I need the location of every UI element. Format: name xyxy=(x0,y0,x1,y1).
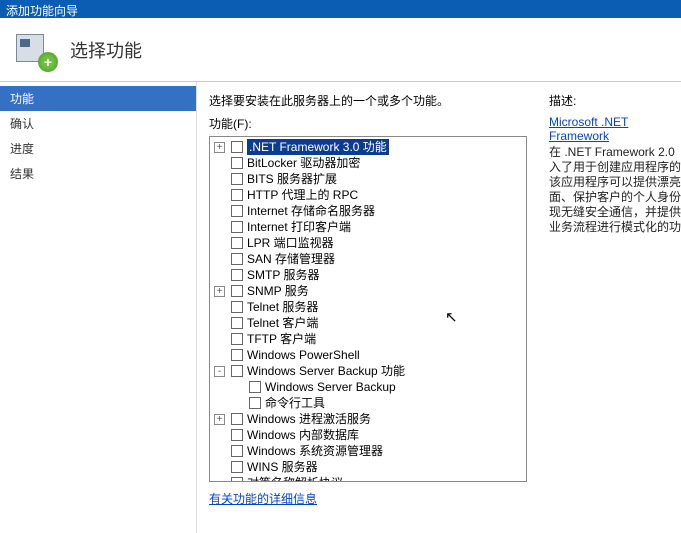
feature-label[interactable]: Telnet 客户端 xyxy=(247,315,318,331)
tree-node[interactable]: + Windows 进程激活服务 xyxy=(210,411,526,427)
feature-label[interactable]: SNMP 服务 xyxy=(247,283,309,299)
feature-checkbox[interactable] xyxy=(231,333,243,345)
tree-node[interactable]: Windows PowerShell xyxy=(210,347,526,363)
feature-checkbox[interactable] xyxy=(231,317,243,329)
feature-checkbox[interactable] xyxy=(231,477,243,482)
tree-node[interactable]: Internet 打印客户端 xyxy=(210,219,526,235)
feature-label[interactable]: 对等名称解析协议 xyxy=(247,475,343,482)
feature-checkbox[interactable] xyxy=(231,269,243,281)
tree-node[interactable]: 对等名称解析协议 xyxy=(210,475,526,482)
feature-checkbox[interactable] xyxy=(231,253,243,265)
description-link[interactable]: Microsoft .NET Framework xyxy=(549,115,681,143)
wizard-icon: + xyxy=(16,30,56,70)
tree-node[interactable]: - Windows Server Backup 功能 xyxy=(210,363,526,379)
tree-node[interactable]: Telnet 服务器 xyxy=(210,299,526,315)
description-panel: 描述: Microsoft .NET Framework 在 .NET Fram… xyxy=(549,92,681,523)
feature-checkbox[interactable] xyxy=(231,141,243,153)
feature-checkbox[interactable] xyxy=(231,157,243,169)
feature-label[interactable]: Windows PowerShell xyxy=(247,347,360,363)
sidebar-item-features[interactable]: 功能 xyxy=(0,86,196,111)
feature-label[interactable]: BITS 服务器扩展 xyxy=(247,171,337,187)
feature-label[interactable]: LPR 端口监视器 xyxy=(247,235,334,251)
window-title: 添加功能向导 xyxy=(6,4,78,18)
feature-label[interactable]: TFTP 客户端 xyxy=(247,331,316,347)
feature-label[interactable]: BitLocker 驱动器加密 xyxy=(247,155,360,171)
feature-label[interactable]: 命令行工具 xyxy=(265,395,325,411)
expand-icon[interactable]: + xyxy=(214,142,225,153)
feature-checkbox[interactable] xyxy=(231,365,243,377)
feature-checkbox[interactable] xyxy=(249,381,261,393)
collapse-icon[interactable]: - xyxy=(214,366,225,377)
feature-checkbox[interactable] xyxy=(231,189,243,201)
more-info-link[interactable]: 有关功能的详细信息 xyxy=(209,490,317,507)
sidebar-item-progress[interactable]: 进度 xyxy=(0,136,196,161)
feature-checkbox[interactable] xyxy=(231,461,243,473)
feature-checkbox[interactable] xyxy=(231,349,243,361)
feature-checkbox[interactable] xyxy=(231,173,243,185)
tree-node[interactable]: TFTP 客户端 xyxy=(210,331,526,347)
tree-node[interactable]: + .NET Framework 3.0 功能 xyxy=(210,139,526,155)
tree-node[interactable]: BITS 服务器扩展 xyxy=(210,171,526,187)
instruction-text: 选择要安装在此服务器上的一个或多个功能。 xyxy=(209,92,535,109)
feature-checkbox[interactable] xyxy=(231,429,243,441)
feature-label[interactable]: Windows Server Backup xyxy=(265,379,396,395)
main-content: 选择要安装在此服务器上的一个或多个功能。 功能(F): + .NET Framew… xyxy=(196,82,681,533)
tree-node[interactable]: WINS 服务器 xyxy=(210,459,526,475)
feature-label[interactable]: Telnet 服务器 xyxy=(247,299,318,315)
page-title: 选择功能 xyxy=(70,37,142,63)
feature-label[interactable]: Windows 内部数据库 xyxy=(247,427,359,443)
sidebar-item-results[interactable]: 结果 xyxy=(0,161,196,186)
tree-node[interactable]: BitLocker 驱动器加密 xyxy=(210,155,526,171)
feature-label[interactable]: Windows 系统资源管理器 xyxy=(247,443,383,459)
feature-label[interactable]: WINS 服务器 xyxy=(247,459,318,475)
features-tree[interactable]: + .NET Framework 3.0 功能BitLocker 驱动器加密BIT… xyxy=(209,136,527,482)
feature-checkbox[interactable] xyxy=(231,205,243,217)
tree-node[interactable]: SMTP 服务器 xyxy=(210,267,526,283)
feature-checkbox[interactable] xyxy=(231,301,243,313)
feature-checkbox[interactable] xyxy=(231,285,243,297)
feature-label[interactable]: Windows Server Backup 功能 xyxy=(247,363,405,379)
features-label: 功能(F): xyxy=(209,115,535,132)
tree-node[interactable]: 命令行工具 xyxy=(210,395,526,411)
feature-label[interactable]: .NET Framework 3.0 功能 xyxy=(247,139,389,155)
feature-checkbox[interactable] xyxy=(231,413,243,425)
sidebar-item-confirm[interactable]: 确认 xyxy=(0,111,196,136)
tree-node[interactable]: LPR 端口监视器 xyxy=(210,235,526,251)
tree-node[interactable]: + SNMP 服务 xyxy=(210,283,526,299)
wizard-header: + 选择功能 xyxy=(0,18,681,82)
feature-label[interactable]: SAN 存储管理器 xyxy=(247,251,335,267)
feature-label[interactable]: HTTP 代理上的 RPC xyxy=(247,187,358,203)
tree-node[interactable]: Windows 内部数据库 xyxy=(210,427,526,443)
plus-icon: + xyxy=(38,52,58,72)
expand-icon[interactable]: + xyxy=(214,414,225,425)
expand-icon[interactable]: + xyxy=(214,286,225,297)
feature-label[interactable]: Internet 存储命名服务器 xyxy=(247,203,375,219)
tree-node[interactable]: Windows Server Backup xyxy=(210,379,526,395)
feature-label[interactable]: SMTP 服务器 xyxy=(247,267,319,283)
feature-checkbox[interactable] xyxy=(231,237,243,249)
tree-node[interactable]: HTTP 代理上的 RPC xyxy=(210,187,526,203)
feature-checkbox[interactable] xyxy=(231,445,243,457)
feature-checkbox[interactable] xyxy=(231,221,243,233)
window-titlebar: 添加功能向导 xyxy=(0,0,681,18)
tree-node[interactable]: SAN 存储管理器 xyxy=(210,251,526,267)
wizard-steps-sidebar: 功能 确认 进度 结果 xyxy=(0,82,196,533)
feature-checkbox[interactable] xyxy=(249,397,261,409)
tree-node[interactable]: Windows 系统资源管理器 xyxy=(210,443,526,459)
feature-label[interactable]: Windows 进程激活服务 xyxy=(247,411,371,427)
tree-node[interactable]: Telnet 客户端 xyxy=(210,315,526,331)
feature-label[interactable]: Internet 打印客户端 xyxy=(247,219,351,235)
tree-node[interactable]: Internet 存储命名服务器 xyxy=(210,203,526,219)
description-text: 在 .NET Framework 2.0 入了用于创建应用程序的该应用程序可以提… xyxy=(549,145,681,235)
description-heading: 描述: xyxy=(549,92,681,109)
